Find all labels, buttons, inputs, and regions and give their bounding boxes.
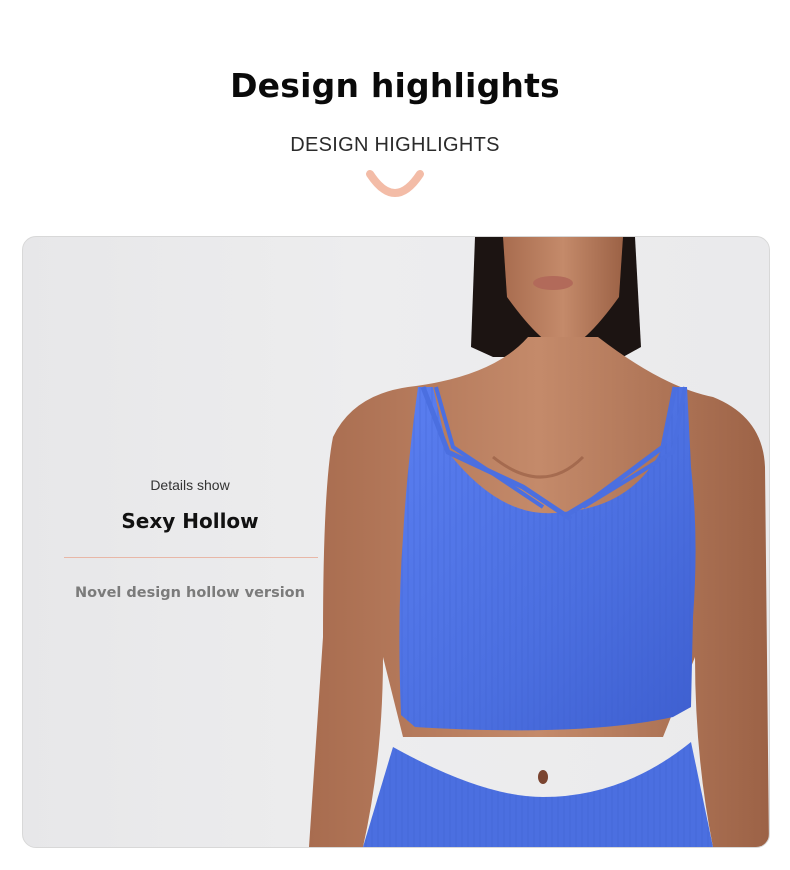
feature-description: Novel design hollow version xyxy=(75,585,305,601)
feature-heading: Sexy Hollow xyxy=(121,509,259,533)
feature-divider xyxy=(64,557,318,558)
feature-panel: Details show Sexy Hollow Novel design ho… xyxy=(22,236,770,848)
page-title: Design highlights xyxy=(230,66,560,105)
feature-label: Details show xyxy=(150,477,230,493)
page-subtitle: DESIGN HIGHLIGHTS xyxy=(290,134,500,156)
product-photo xyxy=(309,237,769,847)
smile-icon xyxy=(366,170,424,197)
